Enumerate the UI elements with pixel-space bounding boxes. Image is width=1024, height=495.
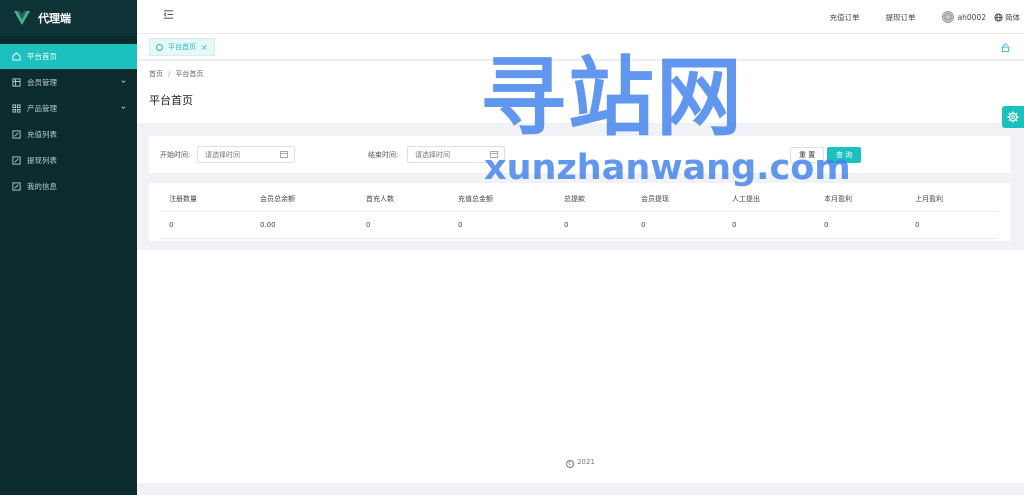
avatar — [941, 11, 954, 23]
main-content-area — [137, 250, 1024, 483]
sidebar-item-products[interactable]: 产品管理 — [0, 96, 137, 121]
topbar-actions: 充值订单 提现订单 ah0002 简体 — [804, 0, 1020, 34]
app-title: 代理端 — [38, 12, 71, 25]
page-header: 首页 / 平台首页 平台首页 — [137, 61, 1024, 123]
sidebar-item-recharge-list[interactable]: 充值列表 — [0, 122, 137, 147]
table-cell: 0 — [564, 221, 569, 229]
sidebar-item-members[interactable]: 会员管理 — [0, 70, 137, 95]
table-cell: 0 — [366, 221, 371, 229]
globe-icon — [994, 12, 1003, 22]
table-cell: 0 — [641, 221, 646, 229]
sidebar-item-label: 会员管理 — [27, 78, 57, 87]
sidebar: 代理端 平台首页 会员管理 产品管理 充值列表 提现列表 我的信息 — [0, 0, 137, 495]
tab-dot-icon — [156, 43, 163, 51]
brand: 代理端 — [0, 0, 137, 36]
sidebar-menu: 平台首页 会员管理 产品管理 充值列表 提现列表 我的信息 — [0, 44, 137, 199]
lock-icon[interactable] — [1001, 43, 1010, 52]
edit-icon — [12, 156, 21, 165]
tab-label: 平台首页 — [168, 43, 196, 51]
calendar-icon — [280, 151, 288, 158]
footer-year: 2021 — [577, 458, 595, 466]
table-header-cell: 本月盈利 — [824, 195, 852, 203]
settings-button[interactable] — [1002, 106, 1024, 128]
end-time-label: 结束时间: — [368, 151, 399, 159]
start-time-label: 开始时间: — [160, 151, 191, 159]
table-header-cell: 会员提现 — [641, 195, 669, 203]
user-menu[interactable]: ah0002 — [941, 11, 986, 23]
breadcrumb-separator: / — [168, 70, 171, 78]
recharge-order-link[interactable]: 充值订单 — [830, 12, 860, 23]
table-cell: 0.00 — [260, 221, 276, 229]
stats-table: 注册数量 会员总余额 首充人数 充值总金额 总提款 会员提现 人工提出 本月盈利… — [160, 187, 998, 239]
sidebar-item-label: 我的信息 — [27, 182, 57, 191]
reset-button[interactable]: 重 置 — [790, 147, 825, 163]
home-icon — [12, 52, 21, 61]
calendar-icon — [490, 151, 498, 158]
chevron-down-icon — [121, 80, 126, 83]
table-header-cell: 人工提出 — [732, 195, 760, 203]
table-header-cell: 会员总余额 — [260, 195, 295, 203]
table-header-cell: 首充人数 — [366, 195, 394, 203]
table-cell: 0 — [915, 221, 920, 229]
table-cell: 0 — [824, 221, 829, 229]
gear-icon — [1007, 111, 1019, 123]
username: ah0002 — [957, 12, 986, 22]
table-cell: 0 — [732, 221, 737, 229]
breadcrumb-current: 平台首页 — [175, 70, 204, 78]
table-header-cell: 注册数量 — [169, 195, 197, 203]
sidebar-item-withdraw-list[interactable]: 提现列表 — [0, 148, 137, 173]
menu-fold-icon[interactable] — [163, 9, 174, 20]
sidebar-item-home[interactable]: 平台首页 — [0, 44, 137, 69]
sidebar-item-label: 充值列表 — [27, 130, 57, 139]
close-icon[interactable]: × — [201, 43, 208, 52]
footer: C 2021 — [137, 458, 1024, 468]
breadcrumb: 首页 / 平台首页 — [149, 69, 203, 79]
language-switch[interactable]: 简体 — [994, 12, 1020, 23]
sidebar-item-my-info[interactable]: 我的信息 — [0, 174, 137, 199]
table-header-cell: 总提款 — [564, 195, 585, 203]
table-header-cell: 充值总金额 — [458, 195, 493, 203]
query-button[interactable]: 查 询 — [827, 147, 862, 163]
sidebar-item-label: 平台首页 — [27, 52, 57, 61]
table-row: 0 0.00 0 0 0 0 0 0 0 — [160, 212, 998, 239]
page-title: 平台首页 — [149, 94, 193, 107]
withdraw-order-link[interactable]: 提现订单 — [886, 12, 916, 23]
breadcrumb-home[interactable]: 首页 — [149, 70, 163, 78]
edit-icon — [12, 130, 21, 139]
filter-bar: 开始时间: 结束时间: 重 置 查 询 — [149, 136, 1010, 173]
table-header-cell: 上月盈利 — [915, 195, 943, 203]
grid-icon — [12, 78, 21, 87]
table-cell: 0 — [169, 221, 174, 229]
table-header-row: 注册数量 会员总余额 首充人数 充值总金额 总提款 会员提现 人工提出 本月盈利… — [160, 187, 998, 212]
apps-icon — [12, 104, 21, 113]
sidebar-item-label: 提现列表 — [27, 156, 57, 165]
chevron-down-icon — [121, 106, 126, 109]
copyright-icon: C — [566, 460, 575, 468]
stats-table-card: 注册数量 会员总余额 首充人数 充值总金额 总提款 会员提现 人工提出 本月盈利… — [149, 183, 1010, 241]
language-label: 简体 — [1005, 12, 1020, 22]
table-cell: 0 — [458, 221, 463, 229]
tabs-bar: 平台首页 × — [137, 34, 1024, 60]
edit-icon — [12, 182, 21, 191]
sidebar-item-label: 产品管理 — [27, 104, 57, 113]
tab-home[interactable]: 平台首页 × — [149, 38, 215, 56]
vue-logo-icon — [14, 11, 30, 25]
topbar: 充值订单 提现订单 ah0002 简体 — [137, 0, 1024, 34]
